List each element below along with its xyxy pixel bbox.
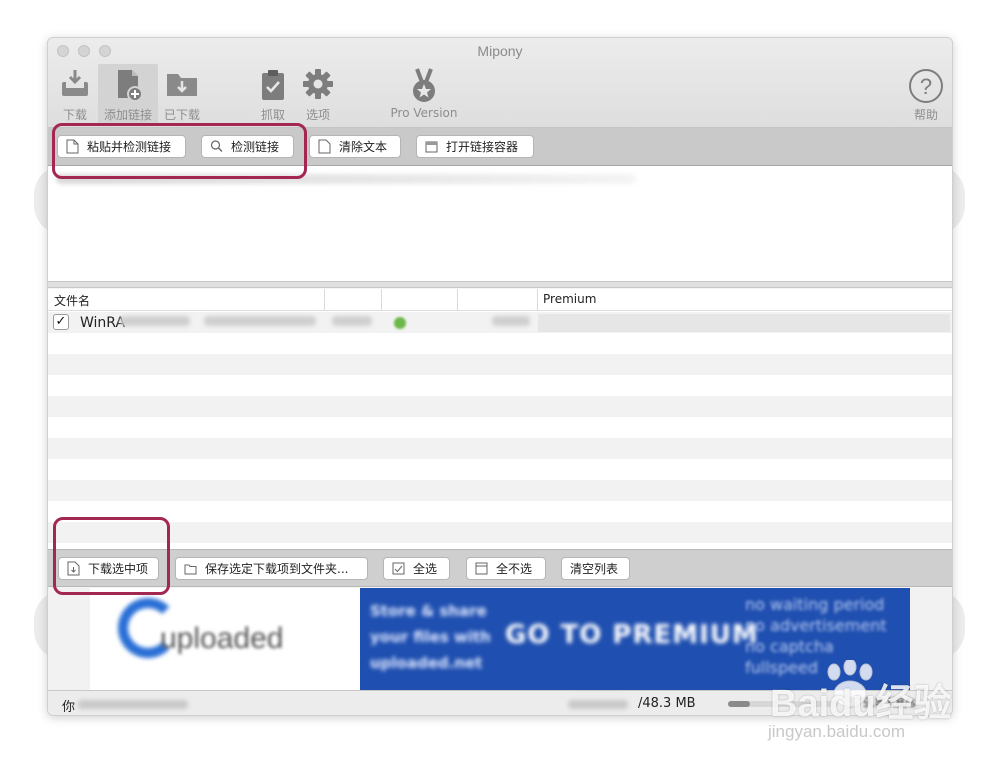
award-medal-icon (413, 68, 435, 102)
toolbar-help-button[interactable]: ? 帮助 (896, 64, 952, 124)
column-divider (381, 289, 382, 311)
select-none-label: 全不选 (496, 562, 533, 576)
status-message: 你 (62, 700, 76, 715)
blank-page-icon (318, 139, 331, 154)
blurred-cell (120, 316, 190, 326)
table-row (48, 459, 952, 480)
download-action-bar: 下载选中项 保存选定下载项到文件夹... 全选 全不选 清空列表 (48, 549, 952, 587)
table-row (48, 501, 952, 522)
annotation-highlight (52, 123, 307, 179)
ad-tagline: Store & share your files with uploaded.n… (370, 602, 491, 672)
watermark-url: jingyan.baidu.com (768, 722, 906, 741)
column-divider (457, 289, 458, 311)
toolbar-downloaded-label: 已下载 (163, 108, 200, 122)
table-row (48, 375, 952, 396)
baidu-watermark: Baidu经验 jingyan.baidu.com (760, 660, 960, 750)
table-row[interactable]: ✓ WinRA (48, 312, 952, 333)
total-size: /48.3 MB (638, 696, 696, 711)
column-divider (537, 289, 538, 311)
annotation-highlight (53, 517, 170, 595)
downloaded-folder-icon (167, 74, 197, 96)
table-row (48, 396, 952, 417)
clipboard-check-icon (262, 70, 284, 100)
table-row (48, 333, 952, 354)
table-row (48, 522, 952, 543)
column-header-premium[interactable]: Premium (543, 292, 596, 306)
row-premium-cell (538, 314, 950, 332)
add-document-icon (118, 70, 143, 102)
folder-icon (184, 564, 197, 575)
container-box-icon (425, 141, 438, 153)
uploaded-logo-text: uploaded (160, 622, 284, 655)
select-all-label: 全选 (413, 562, 438, 576)
open-link-container-label: 打开链接容器 (446, 140, 519, 154)
open-link-container-button[interactable]: 打开链接容器 (416, 135, 534, 158)
empty-box-icon (475, 562, 488, 575)
status-indicator (394, 317, 406, 329)
table-row (48, 480, 952, 501)
blurred-cell (492, 316, 530, 326)
toolbar-options-label: 选项 (305, 108, 330, 122)
select-none-button[interactable]: 全不选 (466, 557, 546, 580)
column-header-filename[interactable]: 文件名 (54, 292, 90, 309)
clear-list-label: 清空列表 (570, 562, 619, 576)
link-text-area[interactable] (48, 166, 952, 282)
row-filename: WinRA (80, 315, 126, 331)
pane-divider[interactable] (48, 282, 952, 288)
toolbar-options-button[interactable]: 选项 (288, 64, 348, 124)
title-toolbar: Mipony 下载 添加链接 已下载 抓取 选项 Pro Version ? 帮… (48, 38, 952, 128)
table-header: 文件名 Premium (48, 289, 952, 311)
watermark-text: Baidu经验 (770, 683, 952, 725)
blurred-status-text (78, 700, 188, 709)
clear-list-button[interactable]: 清空列表 (561, 557, 630, 580)
help-question-icon: ? (909, 69, 943, 103)
window-title: Mipony (477, 43, 523, 59)
svg-text:?: ? (920, 74, 932, 99)
save-selected-to-folder-button[interactable]: 保存选定下载项到文件夹... (175, 557, 368, 580)
download-tray-icon (62, 70, 88, 96)
clear-text-label: 清除文本 (339, 140, 388, 154)
screenshot-page: Mipony 下载 添加链接 已下载 抓取 选项 Pro Version ? 帮… (0, 0, 1000, 771)
select-all-button[interactable]: 全选 (383, 557, 450, 580)
uploaded-logo-area: uploaded (90, 588, 360, 690)
toolbar-help-label: 帮助 (913, 108, 938, 122)
speed-limit-fill (728, 701, 750, 707)
gear-icon (303, 69, 333, 99)
ad-headline: GO TO PREMIUM (505, 620, 759, 650)
clear-text-button[interactable]: 清除文本 (309, 135, 401, 158)
blurred-cell (204, 316, 316, 326)
row-checkbox[interactable]: ✓ (53, 314, 69, 330)
table-row (48, 354, 952, 375)
column-divider (324, 289, 325, 311)
toolbar-pro-version-button[interactable]: Pro Version (391, 64, 457, 124)
toolbar-pro-version-label: Pro Version (390, 106, 458, 120)
save-selected-to-folder-label: 保存选定下载项到文件夹... (205, 562, 349, 576)
blurred-cell (332, 316, 372, 326)
file-table: 文件名 Premium ✓ WinRA (48, 289, 952, 549)
toolbar-downloaded-button[interactable]: 已下载 (152, 64, 212, 124)
checklist-icon (392, 562, 405, 575)
table-row (48, 438, 952, 459)
blurred-status-text (568, 700, 628, 709)
table-row (48, 417, 952, 438)
